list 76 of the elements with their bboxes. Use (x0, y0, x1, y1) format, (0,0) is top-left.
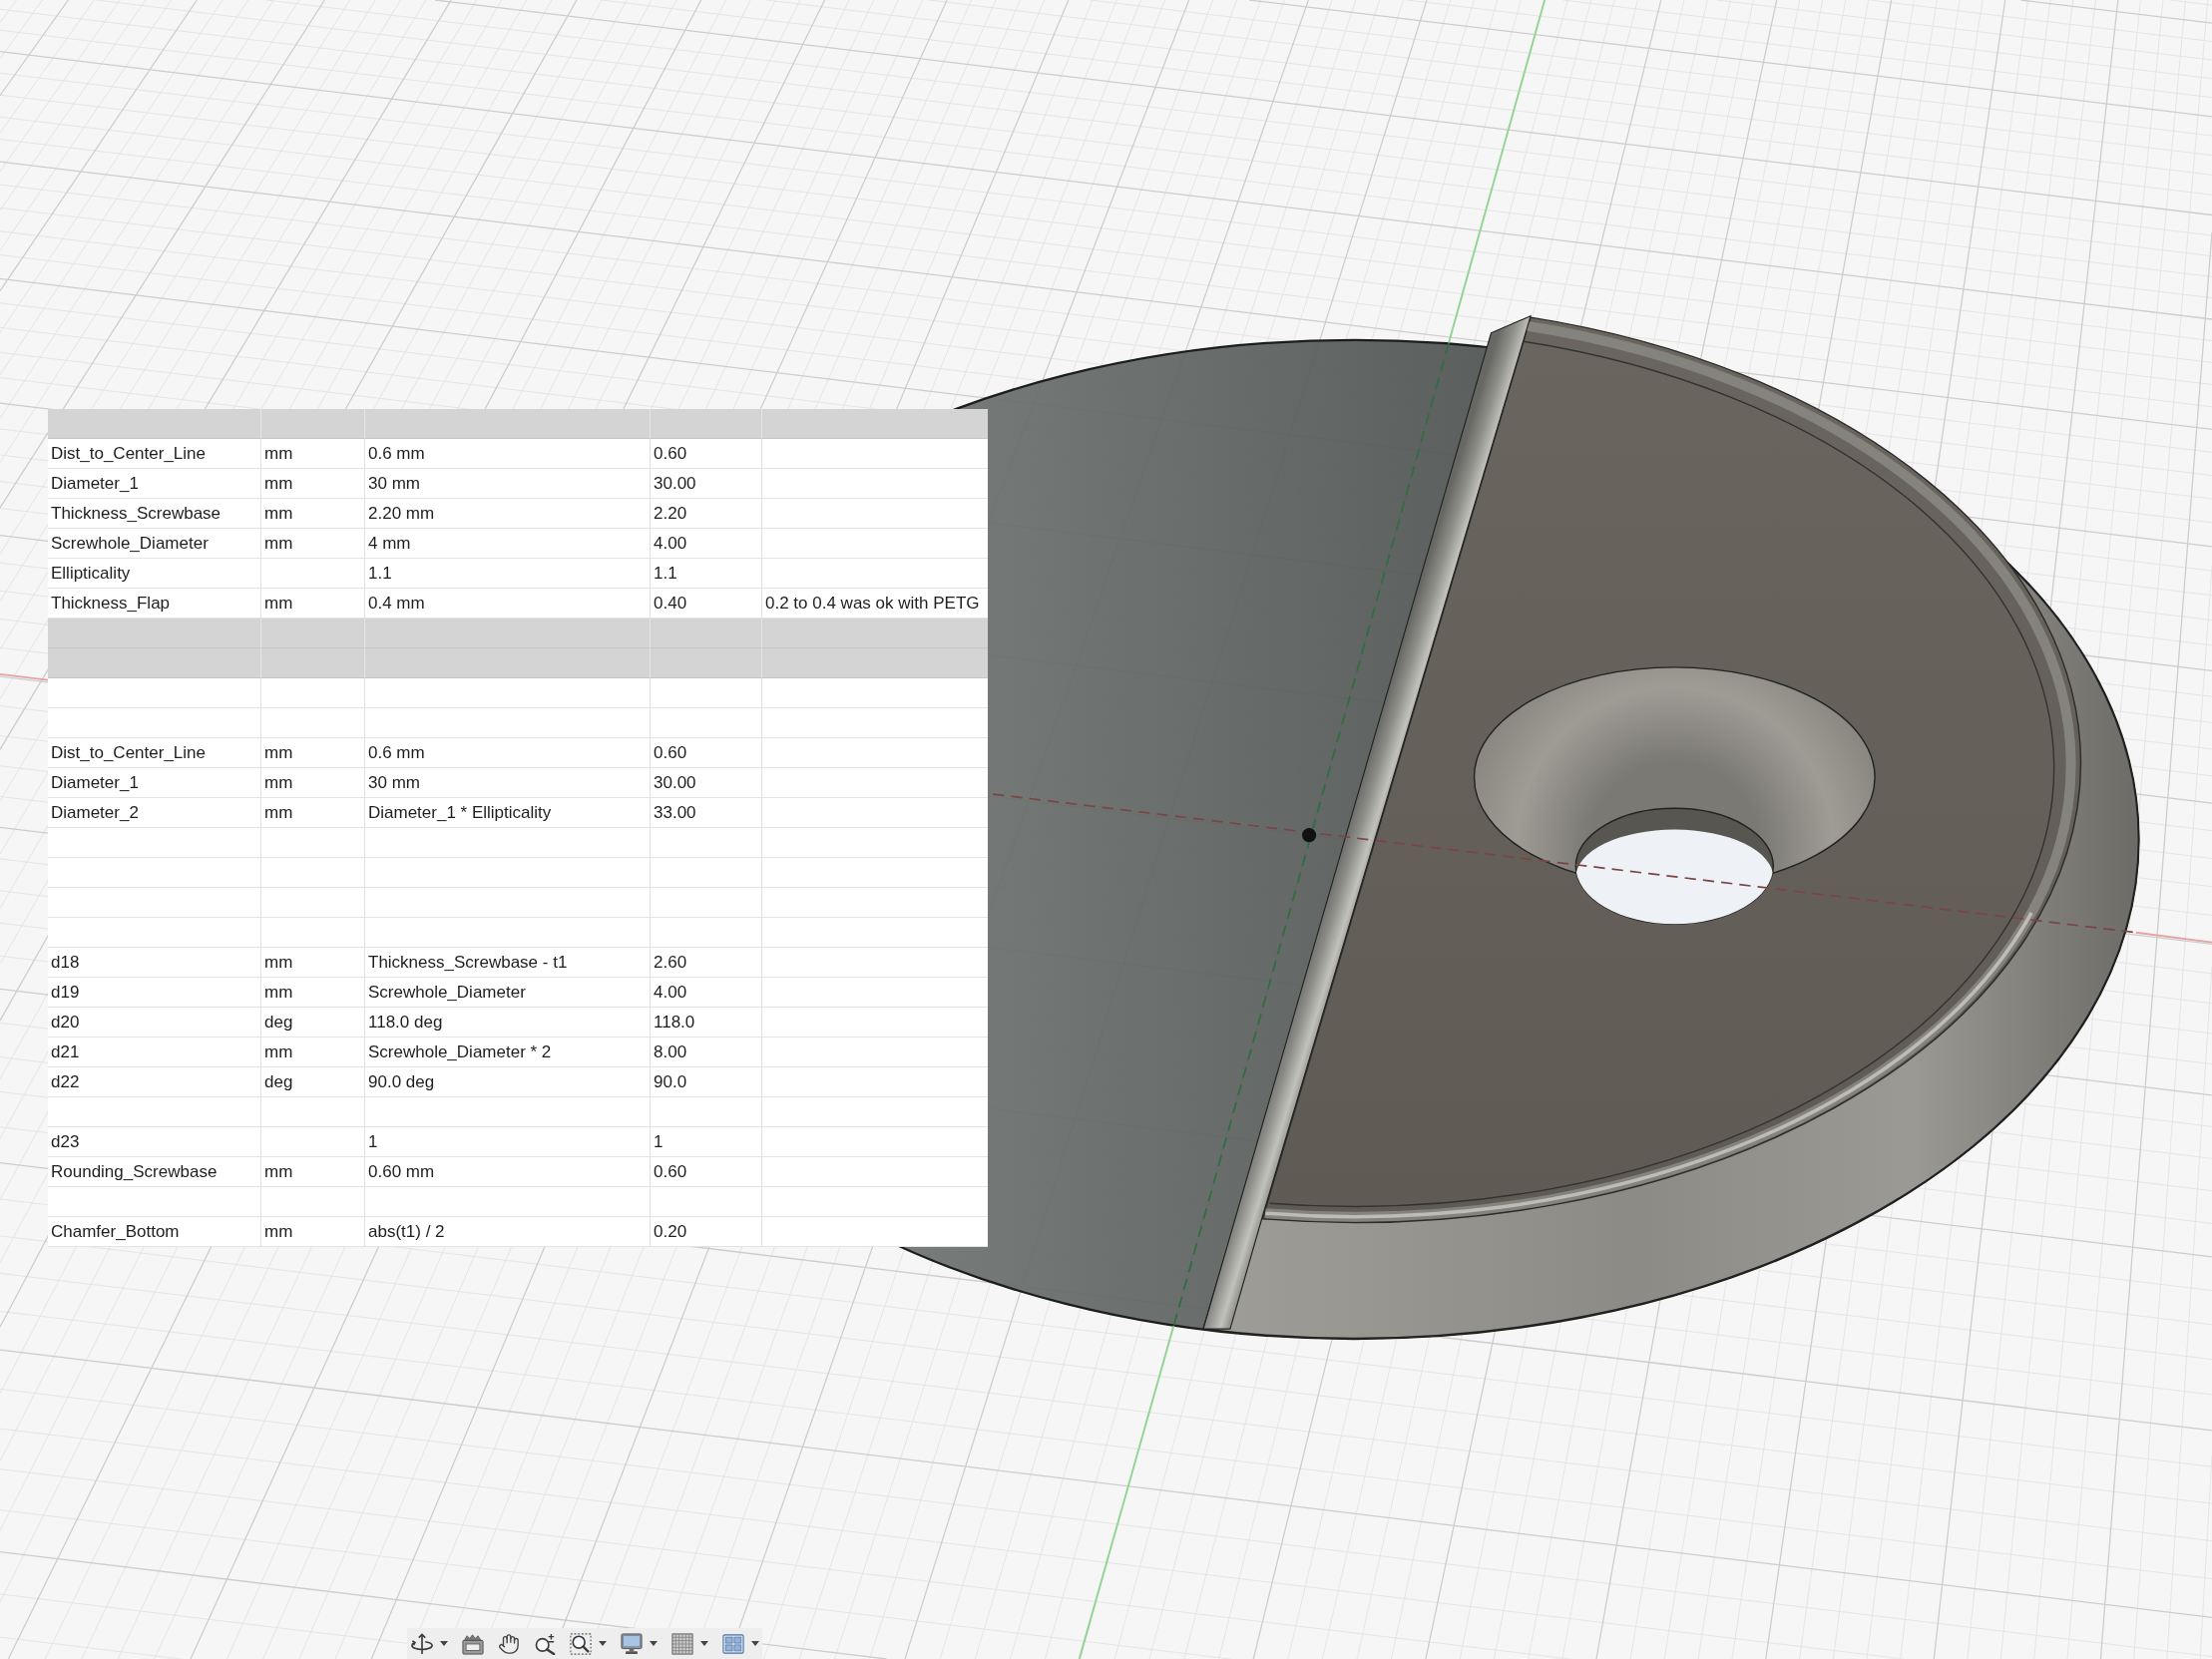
table-cell: 4 mm (365, 529, 651, 559)
caret-icon[interactable] (650, 1641, 658, 1646)
table-cell: 118.0 deg (365, 1008, 651, 1037)
table-cell: mm (261, 1217, 365, 1247)
table-cell: deg (261, 1067, 365, 1097)
origin-point-icon (1302, 828, 1317, 843)
table-cell: mm (261, 439, 365, 469)
table-cell: Ellipticality (48, 559, 261, 589)
table-cell: 4.00 (651, 978, 762, 1008)
table-cell: 2.20 (651, 499, 762, 529)
table-cell: 0.60 (651, 439, 762, 469)
table-cell: Dist_to_Center_Line (48, 738, 261, 768)
table-cell: Diameter_1 * Ellipticality (365, 798, 651, 828)
caret-icon[interactable] (700, 1641, 708, 1646)
table-cell: 0.20 (651, 1217, 762, 1247)
table-cell: d22 (48, 1067, 261, 1097)
table-cell: 30.00 (651, 469, 762, 499)
table-cell: mm (261, 738, 365, 768)
table-cell: mm (261, 768, 365, 798)
table-cell: Rounding_Screwbase (48, 1157, 261, 1187)
table-cell: 8.00 (651, 1037, 762, 1067)
table-cell: 0.60 mm (365, 1157, 651, 1187)
table-cell: Diameter_2 (48, 798, 261, 828)
table-cell: 118.0 (651, 1008, 762, 1037)
table-cell: abs(t1) / 2 (365, 1217, 651, 1247)
table-cell: mm (261, 469, 365, 499)
table-cell: 4.00 (651, 529, 762, 559)
table-cell: Thickness_Screwbase (48, 499, 261, 529)
table-cell: d23 (48, 1127, 261, 1157)
window-panes-icon[interactable] (722, 1632, 744, 1655)
table-cell: Thickness_Screwbase - t1 (365, 948, 651, 978)
table-cell: d18 (48, 948, 261, 978)
frame-icon[interactable] (462, 1632, 484, 1655)
table-cell: Dist_to_Center_Line (48, 439, 261, 469)
table-cell: d20 (48, 1008, 261, 1037)
caret-icon[interactable] (440, 1641, 448, 1646)
table-cell: mm (261, 798, 365, 828)
table-cell: 0.6 mm (365, 439, 651, 469)
table-cell: mm (261, 978, 365, 1008)
table-cell: 30 mm (365, 469, 651, 499)
table-cell: Screwhole_Diameter * 2 (365, 1037, 651, 1067)
table-cell: d19 (48, 978, 261, 1008)
table-cell: 1.1 (365, 559, 651, 589)
table-cell: Chamfer_Bottom (48, 1217, 261, 1247)
table-cell: 90.0 deg (365, 1067, 651, 1097)
grid-icon[interactable] (671, 1632, 693, 1655)
table-cell: 0.60 (651, 738, 762, 768)
table-cell: mm (261, 529, 365, 559)
table-cell: Diameter_1 (48, 768, 261, 798)
table-cell: 2.20 mm (365, 499, 651, 529)
table-cell: 30.00 (651, 768, 762, 798)
table-cell: 33.00 (651, 798, 762, 828)
table-cell: 30 mm (365, 768, 651, 798)
table-cell: 0.6 mm (365, 738, 651, 768)
caret-icon[interactable] (599, 1641, 607, 1646)
table-cell: mm (261, 948, 365, 978)
table-cell: 1.1 (651, 559, 762, 589)
caret-icon[interactable] (751, 1641, 759, 1646)
table-cell: 0.60 (651, 1157, 762, 1187)
table-cell: 2.60 (651, 948, 762, 978)
table-cell: d21 (48, 1037, 261, 1067)
table-cell: 1 (651, 1127, 762, 1157)
magnifier-plus-minus-icon[interactable] (534, 1632, 556, 1655)
orbit-arrows-icon[interactable] (411, 1632, 433, 1655)
table-cell: mm (261, 499, 365, 529)
table-cell: deg (261, 1008, 365, 1037)
magnifier-dashed-frame-icon[interactable] (570, 1632, 592, 1655)
table-cell: 1 (365, 1127, 651, 1157)
table-cell: Screwhole_Diameter (48, 529, 261, 559)
table-cell: Diameter_1 (48, 469, 261, 499)
table-cell: mm (261, 1037, 365, 1067)
table-cell: 90.0 (651, 1067, 762, 1097)
monitor-icon[interactable] (621, 1632, 643, 1655)
table-cell: Screwhole_Diameter (365, 978, 651, 1008)
hand-icon[interactable] (498, 1632, 520, 1655)
table-cell: mm (261, 1157, 365, 1187)
